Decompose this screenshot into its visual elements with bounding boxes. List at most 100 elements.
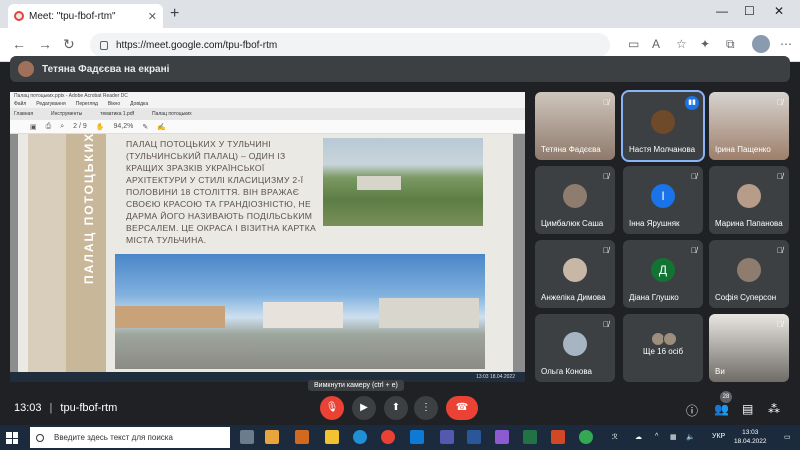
volume-icon[interactable]: 🔈 — [686, 433, 695, 441]
notifications-icon[interactable]: ▭ — [784, 433, 791, 441]
zoom-icon[interactable]: ⌕ — [60, 123, 64, 131]
profile-avatar[interactable] — [752, 35, 770, 53]
chrome-icon[interactable] — [381, 430, 395, 444]
store-icon[interactable] — [265, 430, 279, 444]
mail-icon[interactable] — [410, 430, 424, 444]
participant-tile[interactable]: 🎙̸ Цимбалюк Саша — [535, 166, 615, 234]
windows-start-icon[interactable] — [6, 432, 18, 444]
camera-icon[interactable]: ▭ — [628, 37, 639, 51]
end-call-button[interactable]: ☎ — [446, 396, 478, 420]
print-icon[interactable]: ⎙ — [46, 123, 52, 131]
paint-icon[interactable] — [295, 430, 309, 444]
participant-tile[interactable]: ▮▮ Настя Молчанова — [621, 90, 705, 162]
reload-icon[interactable]: ↻ — [63, 36, 75, 53]
mic-muted-icon: 🎙̸ — [691, 172, 697, 181]
participant-initial-avatar: І — [651, 184, 675, 208]
participant-tile[interactable]: 🎙̸ Ольга Конова — [535, 314, 615, 382]
camera-button[interactable]: ▶ — [352, 396, 376, 420]
browser-tab-strip: Meet: "tpu-fbof-rtm" ✕ + — ☐ ✕ — [0, 0, 800, 28]
participant-tile[interactable]: 🎙̸ Софія Суперсон — [709, 240, 789, 308]
viewer-menu-item[interactable]: Файл — [14, 100, 26, 108]
slide-vertical-title: ПАЛАЦ ПОТОЦЬКИХ — [82, 131, 96, 284]
mic-muted-icon: 🎙̸ — [603, 172, 609, 181]
people-tray-icon[interactable]: ℛ — [612, 433, 618, 441]
tab-title: Meet: "tpu-fbof-rtm" — [29, 10, 116, 22]
participant-name: Анжеліка Димова — [541, 293, 606, 302]
viewer-menu-item[interactable]: Довідка — [130, 100, 148, 108]
language-indicator[interactable]: УКР — [712, 433, 725, 440]
mic-muted-icon: 🎙̸ — [603, 320, 609, 329]
viewer-tab[interactable]: Палац потоцьких — [152, 111, 192, 117]
inner-taskbar: 13:03 18.04.2022 — [10, 372, 525, 382]
viber-icon[interactable] — [495, 430, 509, 444]
viewer-tab[interactable]: Инструменты — [51, 111, 82, 117]
present-screen-button[interactable]: ⬆ — [384, 396, 408, 420]
save-icon[interactable]: ▣ — [30, 123, 37, 131]
menu-dots-icon[interactable]: ⋯ — [780, 37, 792, 51]
url-text: https://meet.google.com/tpu-fbof-rtm — [116, 39, 278, 51]
close-tab-icon[interactable]: ✕ — [148, 10, 157, 23]
mic-muted-icon: 🎙̸ — [777, 98, 783, 107]
minimize-icon[interactable]: — — [716, 4, 728, 18]
tray-up-icon[interactable]: ^ — [655, 433, 658, 440]
weather-icon[interactable]: ☁ — [635, 433, 642, 441]
participant-avatar — [563, 184, 587, 208]
maximize-icon[interactable]: ☐ — [744, 4, 755, 18]
forward-icon[interactable]: → — [38, 36, 52, 52]
zoom-level[interactable]: 94,2% — [114, 123, 134, 130]
chat-icon[interactable]: ▤ — [742, 402, 753, 416]
new-tab-button[interactable]: + — [170, 5, 179, 23]
mic-off-button[interactable]: 🎙 — [320, 396, 344, 420]
taskbar-search[interactable]: Введите здесь текст для поиска — [30, 427, 230, 448]
edge-icon[interactable] — [353, 430, 367, 444]
participant-name: Настя Молчанова — [629, 145, 696, 154]
taskbar-clock[interactable]: 13:03 18.04.2022 — [734, 428, 767, 446]
excel-icon[interactable] — [523, 430, 537, 444]
participant-name: Цимбалюк Саша — [541, 219, 604, 228]
network-icon[interactable]: ▦ — [670, 433, 677, 441]
more-participants-avatars — [651, 332, 677, 346]
mic-muted-icon: 🎙̸ — [691, 246, 697, 255]
search-icon — [36, 433, 44, 442]
extensions-icon[interactable]: ✦ — [700, 37, 710, 51]
participant-tile[interactable]: Ще 16 осіб — [623, 314, 703, 382]
people-icon[interactable]: 👥 — [714, 402, 729, 416]
explorer-icon[interactable] — [325, 430, 339, 444]
chrome-alt-icon[interactable] — [579, 430, 593, 444]
viewer-tab[interactable]: тематика 1.pdf — [100, 111, 134, 117]
sign-icon[interactable]: ✍ — [157, 123, 166, 131]
viewer-menu-item[interactable]: Вікно — [108, 100, 120, 108]
activities-icon[interactable]: ⁂ — [768, 402, 780, 416]
mic-muted-icon: 🎙̸ — [777, 320, 783, 329]
participant-tile[interactable]: Д 🎙̸ Діана Глушко — [623, 240, 703, 308]
participant-tile[interactable]: 🎙̸ Анжеліка Димова — [535, 240, 615, 308]
palace-panorama-photo — [115, 254, 485, 369]
comment-icon[interactable]: ✎ — [142, 123, 148, 131]
participant-tile[interactable]: 🎙̸ Тетяна Фадєєва — [535, 92, 615, 160]
info-icon[interactable]: ⓘ — [686, 402, 698, 419]
viewer-menu-item[interactable]: Перегляд — [76, 100, 98, 108]
collections-icon[interactable]: ⧉ — [726, 37, 735, 52]
mic-muted-icon: 🎙̸ — [603, 246, 609, 255]
url-bar[interactable]: https://meet.google.com/tpu-fbof-rtm — [90, 33, 610, 57]
taskbar-search-placeholder: Введите здесь текст для поиска — [54, 433, 173, 442]
participant-tile[interactable]: 🎙̸ Ірина Пащенко — [709, 92, 789, 160]
hand-icon[interactable]: ✋ — [96, 123, 105, 131]
more-options-button[interactable]: ⋮ — [414, 396, 438, 420]
viewer-menu-item[interactable]: Редагування — [36, 100, 65, 108]
viewer-tab[interactable]: Главная — [14, 111, 33, 117]
task-view-icon[interactable] — [240, 430, 254, 444]
close-window-icon[interactable]: ✕ — [774, 4, 784, 18]
page-indicator[interactable]: 2 / 9 — [73, 123, 87, 130]
powerpoint-icon[interactable] — [551, 430, 565, 444]
favorite-star-icon[interactable]: ☆ — [676, 37, 687, 51]
back-icon[interactable]: ← — [12, 36, 26, 52]
participant-tile[interactable]: 🎙̸ Ви — [709, 314, 789, 382]
read-aloud-icon[interactable]: A — [652, 37, 660, 51]
browser-tab[interactable]: Meet: "tpu-fbof-rtm" ✕ — [8, 4, 163, 28]
participant-tile[interactable]: 🎙̸ Марина Папанова — [709, 166, 789, 234]
teams-icon[interactable] — [440, 430, 454, 444]
participant-tile[interactable]: І 🎙̸ Інна Ярушняк — [623, 166, 703, 234]
lock-icon — [100, 40, 108, 50]
word-icon[interactable] — [467, 430, 481, 444]
